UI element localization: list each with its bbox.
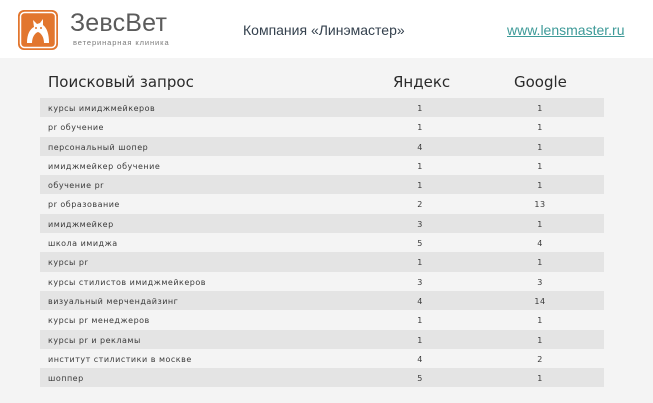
query-cell: персональный шопер bbox=[48, 142, 149, 152]
yandex-rank-cell: 2 bbox=[417, 200, 423, 210]
query-cell: курсы pr менеджеров bbox=[48, 316, 150, 326]
query-cell: курсы pr и рекламы bbox=[48, 335, 141, 345]
table-row: pr обучение 1 1 bbox=[40, 117, 604, 136]
google-rank-cell: 1 bbox=[537, 374, 543, 384]
logo-name: ЗевсВет bbox=[70, 9, 168, 37]
table-body: курсы имиджмейкеров 1 1 pr обучение 1 1 … bbox=[40, 98, 604, 388]
google-rank-cell: 1 bbox=[537, 316, 543, 326]
page: ЗевсВет ветеринарная клиника Компания «Л… bbox=[0, 0, 653, 403]
query-cell: курсы pr bbox=[48, 258, 89, 268]
table-row: курсы стилистов имиджмейкеров 3 3 bbox=[40, 272, 604, 291]
query-cell: обучение pr bbox=[48, 181, 104, 191]
google-rank-cell: 1 bbox=[537, 181, 543, 191]
google-rank-cell: 4 bbox=[537, 239, 543, 249]
google-rank-cell: 1 bbox=[537, 104, 543, 113]
yandex-rank-cell: 4 bbox=[417, 296, 423, 306]
table-row: имиджмейкер обучение 1 1 bbox=[40, 156, 604, 175]
table-row: визуальный мерчендайзинг 4 14 bbox=[40, 290, 604, 311]
table-header: Поисковый запрос Яндекс Google bbox=[40, 68, 604, 96]
yandex-rank-cell: 4 bbox=[417, 354, 423, 364]
yandex-rank-cell: 5 bbox=[417, 239, 423, 249]
query-cell: курсы стилистов имиджмейкеров bbox=[48, 277, 206, 287]
yandex-rank-cell: 1 bbox=[417, 104, 423, 113]
google-rank-cell: 1 bbox=[537, 258, 543, 268]
query-cell: визуальный мерчендайзинг bbox=[48, 296, 179, 306]
yandex-rank-cell: 1 bbox=[417, 258, 423, 268]
table-row: курсы pr и рекламы 1 1 bbox=[40, 329, 604, 349]
google-rank-cell: 14 bbox=[534, 296, 546, 306]
table-row: обучение pr 1 1 bbox=[40, 175, 604, 195]
table-row: курсы pr 1 1 bbox=[40, 252, 604, 272]
column-header-google: Google bbox=[514, 73, 567, 91]
google-rank-cell: 1 bbox=[537, 161, 543, 171]
table-row: имиджмейкер 3 1 bbox=[40, 213, 604, 234]
yandex-rank-cell: 5 bbox=[417, 374, 423, 384]
google-rank-cell: 1 bbox=[537, 219, 543, 229]
google-rank-cell: 1 bbox=[537, 142, 543, 152]
yandex-rank-cell: 1 bbox=[417, 316, 423, 326]
query-cell: pr образование bbox=[48, 200, 120, 210]
query-cell: школа имиджа bbox=[48, 239, 118, 249]
yandex-rank-cell: 1 bbox=[417, 123, 423, 133]
table-row: персональный шопер 4 1 bbox=[40, 136, 604, 156]
header: ЗевсВет ветеринарная клиника Компания «Л… bbox=[0, 0, 653, 58]
table-panel: Поисковый запрос Яндекс Google курсы ими… bbox=[0, 58, 653, 403]
query-cell: шоппер bbox=[48, 374, 84, 384]
yandex-rank-cell: 3 bbox=[417, 277, 423, 287]
column-header-query: Поисковый запрос bbox=[48, 73, 194, 91]
column-header-yandex: Яндекс bbox=[393, 73, 451, 91]
google-rank-cell: 13 bbox=[534, 200, 546, 210]
query-cell: имиджмейкер обучение bbox=[48, 161, 161, 171]
query-cell: курсы имиджмейкеров bbox=[48, 104, 156, 113]
query-cell: pr обучение bbox=[48, 123, 104, 133]
query-cell: институт стилистики в москве bbox=[48, 354, 192, 364]
rankings-table: Поисковый запрос Яндекс Google курсы ими… bbox=[40, 68, 604, 388]
google-rank-cell: 1 bbox=[537, 123, 543, 133]
table-row: курсы имиджмейкеров 1 1 bbox=[40, 98, 604, 118]
table-row: pr образование 2 13 bbox=[40, 194, 604, 213]
table-row: курсы pr менеджеров 1 1 bbox=[40, 310, 604, 329]
google-rank-cell: 3 bbox=[537, 277, 543, 287]
company-name: Компания «Линэмастер» bbox=[243, 22, 405, 38]
yandex-rank-cell: 3 bbox=[417, 219, 423, 229]
table-row: шоппер 5 1 bbox=[40, 368, 604, 388]
yandex-rank-cell: 4 bbox=[417, 142, 423, 152]
table-row: институт стилистики в москве 4 2 bbox=[40, 349, 604, 368]
yandex-rank-cell: 1 bbox=[417, 335, 423, 345]
yandex-rank-cell: 1 bbox=[417, 161, 423, 171]
cat-dog-logo-icon bbox=[18, 10, 58, 50]
logo-text: ЗевсВет ветеринарная клиника bbox=[70, 9, 170, 48]
query-cell: имиджмейкер bbox=[48, 219, 114, 229]
yandex-rank-cell: 1 bbox=[417, 181, 423, 191]
google-rank-cell: 1 bbox=[537, 335, 543, 345]
site-link[interactable]: www.lensmaster.ru bbox=[507, 22, 624, 38]
logo-subtitle: ветеринарная клиника bbox=[73, 38, 170, 47]
table-row: школа имиджа 5 4 bbox=[40, 233, 604, 252]
google-rank-cell: 2 bbox=[537, 354, 543, 364]
